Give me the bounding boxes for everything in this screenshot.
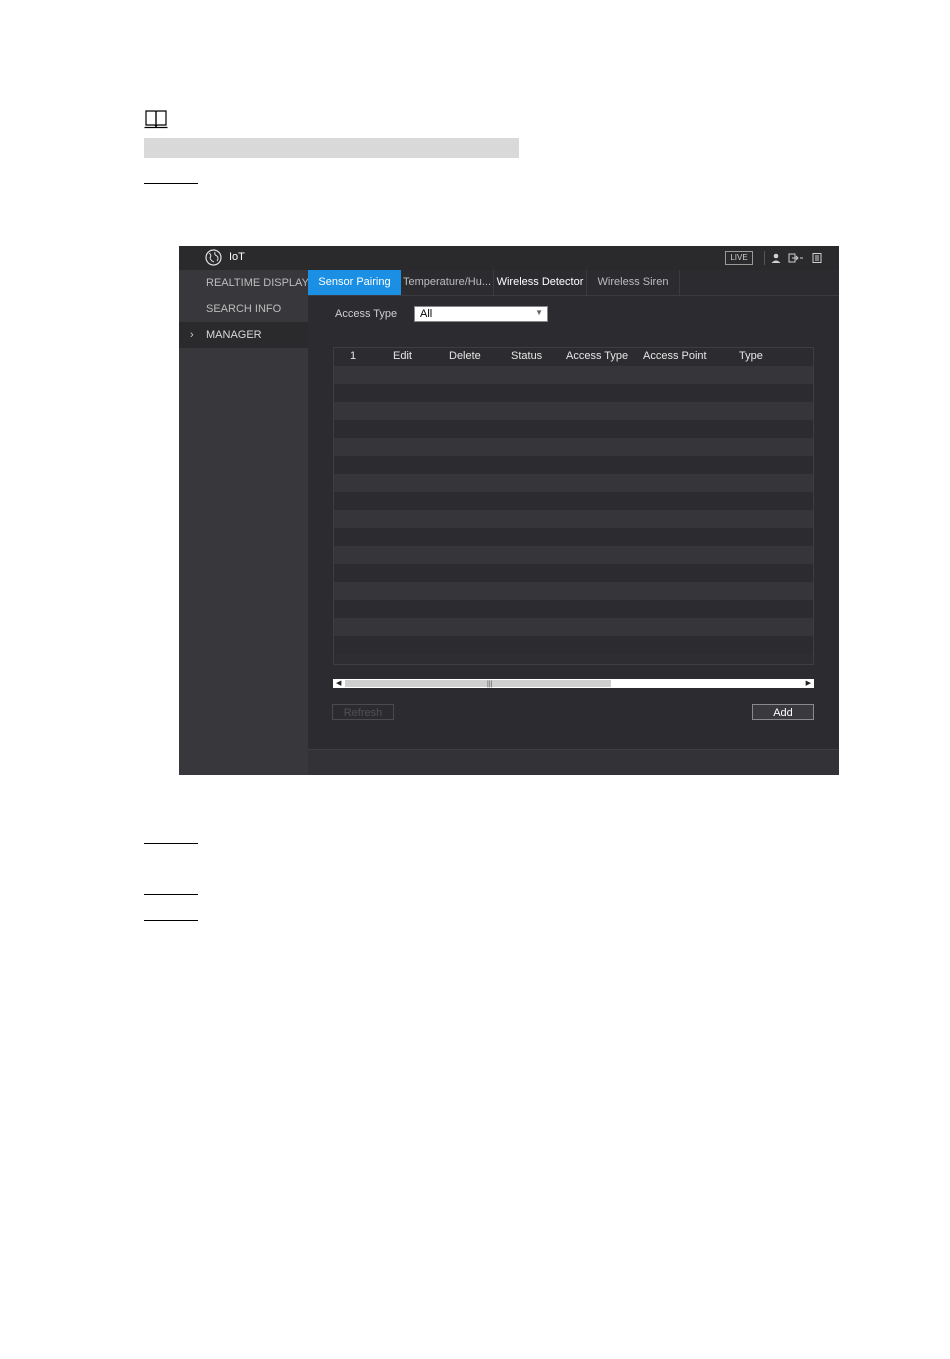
- table-row: [334, 546, 813, 564]
- column-header-status[interactable]: Status: [511, 350, 542, 362]
- scroll-left-icon[interactable]: ◀: [336, 679, 341, 688]
- column-header-type[interactable]: Type: [739, 350, 763, 362]
- table-row: [334, 582, 813, 600]
- chevron-right-icon: ›: [190, 329, 194, 341]
- column-header-index[interactable]: 1: [350, 350, 356, 362]
- sidebar-item-manager[interactable]: › MANAGER: [179, 322, 308, 348]
- iot-window: IoT LIVE REALTIME DISPLAY SEARCH INFO › …: [179, 246, 839, 775]
- globe-icon: [205, 249, 222, 266]
- access-type-value: All: [420, 308, 433, 320]
- tab-bar: Sensor Pairing Temperature/Hu... Wireles…: [308, 270, 839, 296]
- table-row: [334, 492, 813, 510]
- logout-icon[interactable]: [788, 252, 804, 264]
- table-row: [334, 438, 813, 456]
- user-icon[interactable]: [770, 252, 782, 264]
- step-underline: [144, 183, 198, 184]
- main-content: Sensor Pairing Temperature/Hu... Wireles…: [308, 270, 839, 775]
- column-header-delete[interactable]: Delete: [449, 350, 481, 362]
- access-type-select[interactable]: All ▼: [414, 306, 548, 322]
- table-row: [334, 366, 813, 384]
- title-bar: IoT LIVE: [179, 246, 839, 270]
- column-header-edit[interactable]: Edit: [393, 350, 412, 362]
- table-row: [334, 420, 813, 438]
- table-row: [334, 474, 813, 492]
- step-underline: [144, 920, 198, 921]
- tab-wireless-detector[interactable]: Wireless Detector: [494, 270, 587, 295]
- table-row: [334, 510, 813, 528]
- table-header: 1 Edit Delete Status Access Type Access …: [334, 348, 813, 366]
- sidebar-item-label: SEARCH INFO: [206, 303, 282, 315]
- table-row: [334, 456, 813, 474]
- table-row: [334, 618, 813, 636]
- horizontal-scrollbar[interactable]: ◀ ||| ▶: [333, 679, 814, 688]
- step-underline: [144, 843, 198, 844]
- chevron-down-icon: ▼: [535, 308, 543, 317]
- sidebar-item-realtime-display[interactable]: REALTIME DISPLAY: [179, 270, 309, 296]
- live-button[interactable]: LIVE: [725, 251, 753, 265]
- sidebar-item-label: REALTIME DISPLAY: [206, 277, 309, 289]
- table-row: [334, 402, 813, 420]
- tab-wireless-siren[interactable]: Wireless Siren: [587, 270, 680, 295]
- table-row: [334, 384, 813, 402]
- scrollbar-thumb[interactable]: |||: [345, 680, 611, 688]
- sidebar-item-label: MANAGER: [206, 329, 262, 341]
- sensor-table: 1 Edit Delete Status Access Type Access …: [333, 347, 814, 665]
- menu-icon[interactable]: [811, 252, 823, 264]
- add-button[interactable]: Add: [752, 704, 814, 720]
- tab-temperature-humidity[interactable]: Temperature/Hu...: [401, 270, 494, 295]
- grip-icon: |||: [487, 681, 493, 688]
- column-header-access-point[interactable]: Access Point: [643, 350, 707, 362]
- scroll-right-icon[interactable]: ▶: [806, 679, 811, 688]
- table-row: [334, 528, 813, 546]
- app-title: IoT: [229, 251, 245, 263]
- table-row: [334, 636, 813, 654]
- highlighted-note-bar: [144, 138, 519, 158]
- column-header-access-type[interactable]: Access Type: [566, 350, 628, 362]
- footer-bar: [308, 749, 839, 775]
- sidebar-item-search-info[interactable]: SEARCH INFO: [179, 296, 308, 322]
- table-row: [334, 564, 813, 582]
- table-row: [334, 600, 813, 618]
- toolbar-separator: [764, 251, 765, 265]
- book-note-icon: [144, 110, 168, 129]
- refresh-button[interactable]: Refresh: [332, 704, 394, 720]
- tab-sensor-pairing[interactable]: Sensor Pairing: [308, 270, 401, 295]
- step-underline: [144, 894, 198, 895]
- access-type-label: Access Type: [335, 308, 398, 320]
- sidebar: REALTIME DISPLAY SEARCH INFO › MANAGER: [179, 270, 309, 775]
